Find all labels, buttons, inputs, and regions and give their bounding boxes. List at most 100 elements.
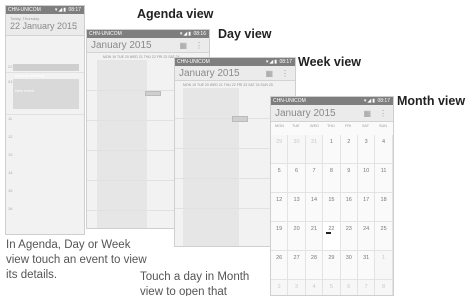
month-day-cell[interactable]: 30 (288, 135, 306, 164)
week-day-header: MON 19 TUE 20 WED 21 THU 22 FRI 23 SAT 2… (183, 83, 273, 87)
month-label[interactable]: January 2015 (179, 68, 240, 79)
day-column[interactable] (97, 60, 147, 228)
row-number: 14 (8, 170, 13, 175)
day-event[interactable] (145, 91, 161, 96)
status-time: 08:16 (193, 31, 206, 37)
month-day-cell[interactable]: 22 (323, 222, 341, 251)
month-day-cell[interactable]: 26 (271, 251, 289, 280)
row-number: 13 (8, 152, 13, 157)
month-day-cell[interactable]: 31 (305, 135, 324, 164)
month-day-cell[interactable]: 19 (271, 222, 289, 251)
status-bar: CHN-UNICOM ▾◢▮ 08:17 (271, 97, 393, 105)
status-bar: CHN-UNICOM ▾◢▮ 08:17 (175, 58, 295, 66)
calendar-icon[interactable]: ▦ (179, 41, 187, 50)
month-day-cell[interactable]: 27 (288, 251, 306, 280)
month-day-cell[interactable]: 17 (358, 193, 376, 222)
carrier-label: CHN-UNICOM (177, 59, 210, 65)
week-grid[interactable] (183, 88, 239, 246)
carrier-label: CHN-UNICOM (89, 31, 122, 37)
month-day-cell[interactable]: 3 (358, 135, 376, 164)
weekday-label: SUN (379, 124, 388, 128)
divider (6, 72, 84, 73)
month-day-cell[interactable]: 6 (340, 280, 358, 295)
row-number: 15 (8, 188, 13, 193)
month-day-cell[interactable]: 18 (375, 193, 393, 222)
month-day-cell[interactable]: 3 (288, 280, 306, 295)
month-day-cell[interactable]: 6 (288, 164, 306, 193)
month-day-cell[interactable]: 9 (340, 164, 358, 193)
menu-icon[interactable]: ⋮ (379, 109, 387, 118)
status-bar: CHN-UNICOM ▾◢▮ 08:16 (87, 30, 209, 38)
month-day-cell[interactable]: 28 (305, 251, 324, 280)
month-day-cell[interactable]: 25 (375, 222, 393, 251)
signal-icon: ▾◢▮ (179, 31, 192, 37)
carrier-label: CHN-UNICOM (8, 7, 41, 13)
month-day-cell[interactable]: 14 (305, 193, 324, 222)
weekday-label: WED (310, 124, 319, 128)
agenda-event-1[interactable]: Agenda meeting (13, 64, 79, 78)
month-day-cell[interactable]: 1 (375, 251, 393, 280)
month-day-cell[interactable]: 10 (358, 164, 376, 193)
weekday-label: FRI (345, 124, 352, 128)
agenda-event-2[interactable]: New event (13, 79, 79, 109)
divider (6, 114, 84, 115)
agenda-date[interactable]: 22 January 2015 (10, 21, 77, 31)
calendar-icon[interactable]: ▦ (265, 69, 273, 78)
signal-icon: ▾◢▮ (265, 59, 278, 65)
month-day-cell[interactable]: 5 (323, 280, 341, 295)
weekday-label: MON (275, 124, 284, 128)
day-toolbar: January 2015 ▦ ⋮ (87, 38, 209, 53)
calendar-icon[interactable]: ▦ (363, 109, 371, 118)
signal-icon: ▾◢▮ (363, 98, 376, 104)
month-day-cell[interactable]: 12 (271, 193, 289, 222)
month-label[interactable]: January 2015 (275, 108, 336, 119)
month-day-cell[interactable]: 11 (375, 164, 393, 193)
agenda-toolbar: Today, Thursday 22 January 2015 ⋮ (6, 14, 84, 36)
status-bar: CHN-UNICOM ▾◢▮ 08:17 (6, 6, 84, 14)
month-day-cell[interactable]: 7 (358, 280, 376, 295)
month-day-cell[interactable]: 4 (375, 135, 393, 164)
month-day-cell[interactable]: 8 (375, 280, 393, 295)
month-day-cell[interactable]: 8 (323, 164, 341, 193)
month-day-cell[interactable]: 4 (305, 280, 324, 295)
signal-icon: ▾◢▮ (54, 7, 67, 13)
status-time: 08:17 (279, 59, 292, 65)
caption-agenda: Agenda view (137, 7, 214, 21)
month-day-cell[interactable]: 29 (323, 251, 341, 280)
carrier-label: CHN-UNICOM (273, 98, 306, 104)
month-day-cell[interactable]: 29 (271, 135, 289, 164)
month-day-cell[interactable]: 16 (340, 193, 358, 222)
caption-day: Day view (218, 27, 272, 41)
month-view-screenshot: CHN-UNICOM ▾◢▮ 08:17 January 2015 ▦ ⋮ MO… (270, 96, 394, 296)
month-toolbar: January 2015 ▦ ⋮ (271, 105, 393, 122)
month-day-cell[interactable]: 20 (288, 222, 306, 251)
month-day-cell[interactable]: 13 (288, 193, 306, 222)
month-label[interactable]: January 2015 (91, 40, 152, 51)
weekday-label: SAT (362, 124, 370, 128)
month-day-cell[interactable]: 1 (323, 135, 341, 164)
status-time: 08:17 (68, 7, 81, 13)
agenda-view-screenshot: CHN-UNICOM ▾◢▮ 08:17 Today, Thursday 22 … (5, 5, 85, 235)
month-day-cell[interactable]: 15 (323, 193, 341, 222)
month-day-cell[interactable]: 7 (305, 164, 324, 193)
menu-icon[interactable]: ⋮ (195, 41, 203, 50)
menu-icon[interactable]: ⋮ (72, 22, 80, 31)
month-day-cell[interactable]: 24 (358, 222, 376, 251)
row-number: 16 (8, 206, 13, 211)
month-day-cell[interactable]: 30 (340, 251, 358, 280)
weekday-label: THU (327, 124, 335, 128)
month-day-cell[interactable]: 31 (358, 251, 376, 280)
week-toolbar: January 2015 ▦ ⋮ (175, 66, 295, 81)
menu-icon[interactable]: ⋮ (281, 69, 289, 78)
month-day-cell[interactable]: 2 (271, 280, 289, 295)
month-day-cell[interactable]: 21 (305, 222, 324, 251)
row-number: 11 (8, 116, 13, 121)
row-number: 12 (8, 134, 13, 139)
caption-week: Week view (298, 55, 362, 69)
month-day-cell[interactable]: 2 (340, 135, 358, 164)
status-time: 08:17 (377, 98, 390, 104)
month-day-cell[interactable]: 5 (271, 164, 289, 193)
week-event[interactable] (232, 116, 248, 122)
weekday-label: TUE (292, 124, 300, 128)
month-day-cell[interactable]: 23 (340, 222, 358, 251)
